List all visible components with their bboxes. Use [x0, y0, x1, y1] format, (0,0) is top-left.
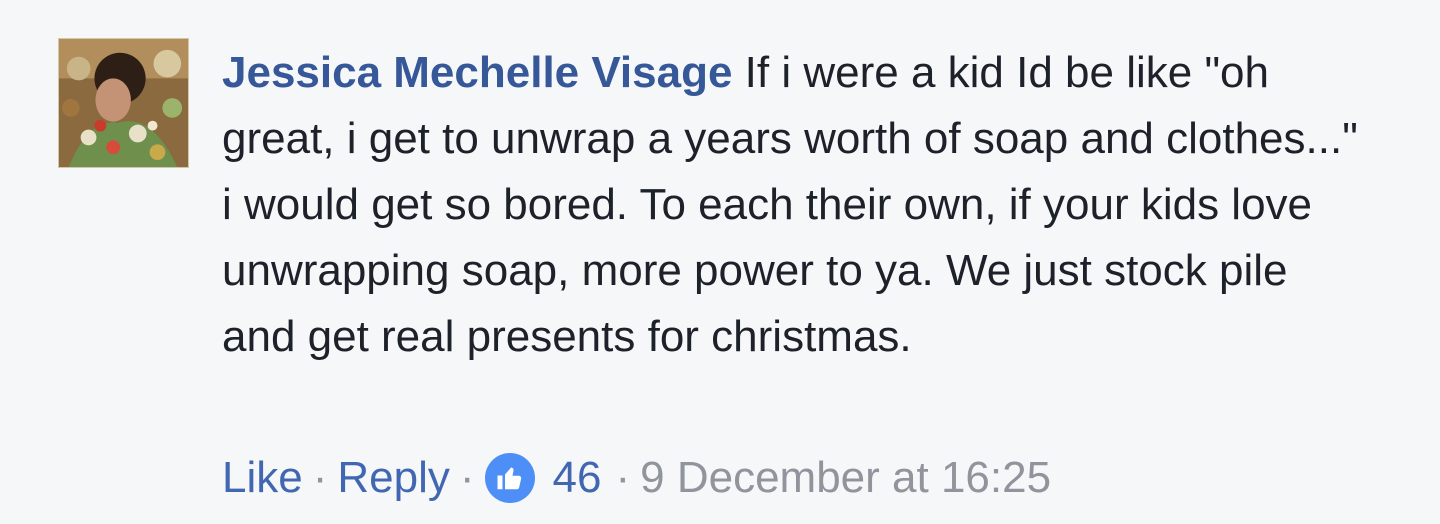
comment-body: Jessica Mechelle Visage If i were a kid …: [222, 40, 1362, 370]
reply-link[interactable]: Reply: [337, 453, 450, 503]
separator: ·: [615, 453, 631, 502]
thumbs-up-icon[interactable]: [484, 453, 535, 503]
avatar-photo: [59, 39, 188, 167]
comment: Jessica Mechelle Visage If i were a kid …: [0, 0, 1440, 524]
comment-actions: Like · Reply · 46 · 9 December at 16:25: [222, 448, 1051, 508]
reaction-count[interactable]: 46: [553, 453, 602, 503]
separator: ·: [459, 453, 475, 502]
like-link[interactable]: Like: [222, 453, 303, 503]
separator: ·: [312, 453, 328, 502]
timestamp[interactable]: 9 December at 16:25: [640, 453, 1051, 503]
author-name[interactable]: Jessica Mechelle Visage: [222, 48, 732, 97]
avatar[interactable]: [58, 38, 189, 168]
